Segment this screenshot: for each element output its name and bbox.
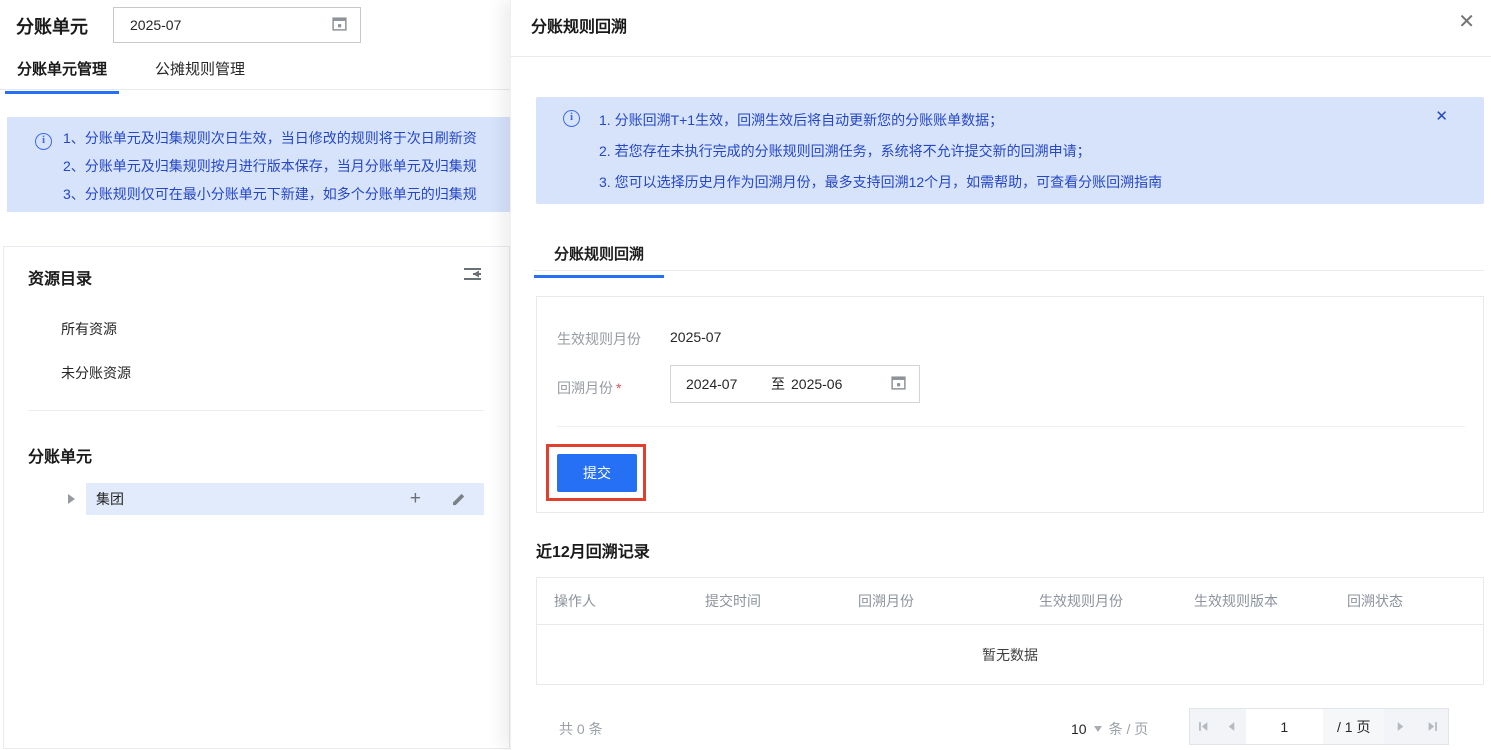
calendar-icon[interactable] — [331, 15, 348, 35]
column-backtrack-status: 回溯状态 — [1347, 593, 1403, 609]
resource-item-unallocated[interactable]: 未分账资源 — [61, 365, 131, 381]
range-start-value: 2024-07 — [686, 376, 738, 392]
page-size-unit: 条 / 页 — [1108, 721, 1149, 737]
info-icon: i — [563, 110, 580, 127]
page-notice-banner: i 1、分账单元及归集规则次日生效，当日修改的规则将于次日刷新资 2、分账单元及… — [7, 117, 510, 212]
notice-line: 1、分账单元及归集规则次日生效，当日修改的规则将于次日刷新资 — [63, 130, 477, 146]
total-count: 共 0 条 — [559, 721, 603, 737]
range-end-value: 2025-06 — [791, 376, 843, 392]
first-page-button[interactable] — [1190, 709, 1218, 744]
panel-divider — [28, 410, 484, 411]
month-picker[interactable]: 2025-07 — [113, 7, 361, 43]
required-asterisk: * — [616, 380, 622, 396]
empty-state-text: 暂无数据 — [982, 646, 1038, 663]
backtrack-form: 生效规则月份 2025-07 回溯月份 * 2024-07 至 2025-06 提… — [536, 296, 1484, 513]
drawer-notice-banner: i ✕ 1. 分账回溯T+1生效，回溯生效后将自动更新您的分账账单数据； 2. … — [536, 97, 1484, 204]
last-page-button[interactable] — [1416, 709, 1448, 744]
page-size-value[interactable]: 10 — [1071, 721, 1087, 737]
page-number-input[interactable]: 1 — [1245, 709, 1323, 744]
drawer-notice-line: 3. 您可以选择历史月作为回溯月份，最多支持回溯12个月，如需帮助，可查看分账回… — [599, 174, 1163, 190]
tree-item-group[interactable]: 集团 + — [86, 483, 484, 515]
form-divider — [557, 426, 1465, 427]
backtrack-drawer: 分账规则回溯 ✕ i ✕ 1. 分账回溯T+1生效，回溯生效后将自动更新您的分账… — [510, 0, 1491, 750]
add-unit-button[interactable]: + — [410, 489, 421, 508]
banner-close-icon[interactable]: ✕ — [1435, 107, 1448, 125]
effective-month-value: 2025-07 — [670, 329, 722, 345]
notice-line: 3、分账规则仅可在最小分账单元下新建，如多个分账单元的归集规 — [63, 186, 477, 202]
caret-right-icon[interactable] — [68, 494, 75, 504]
drawer-title: 分账规则回溯 — [531, 19, 628, 36]
column-backtrack-month: 回溯月份 — [858, 593, 914, 609]
pagination: 1 / 1 页 — [1189, 708, 1449, 745]
resource-item-all[interactable]: 所有资源 — [61, 321, 117, 337]
notice-line: 2、分账单元及归集规则按月进行版本保存，当月分账单元及归集规 — [63, 158, 477, 174]
page-size-selector[interactable]: 10 条 / 页 — [1071, 719, 1148, 739]
tree-item-label: 集团 — [96, 491, 124, 507]
column-effective-month: 生效规则月份 — [1039, 593, 1123, 609]
month-range-picker[interactable]: 2024-07 至 2025-06 — [670, 365, 920, 403]
column-operator: 操作人 — [554, 593, 596, 609]
drawer-header-divider — [511, 56, 1491, 57]
drawer-notice-line: 2. 若您存在未执行完成的分账规则回溯任务，系统将不允许提交新的回溯申请； — [599, 143, 1091, 159]
range-separator: 至 — [771, 376, 785, 392]
collapse-panel-icon[interactable] — [463, 266, 482, 285]
resource-panel: 资源目录 所有资源 未分账资源 分账单元 集团 + — [3, 246, 510, 749]
column-submit-time: 提交时间 — [705, 593, 761, 609]
billing-unit-page: 分账单元 2025-07 分账单元管理 公摊规则管理 i 1、分账单元及归集规则… — [0, 0, 510, 750]
info-icon: i — [35, 133, 52, 150]
edit-unit-button[interactable] — [451, 492, 466, 507]
backtrack-month-label: 回溯月份 * — [557, 380, 622, 396]
calendar-icon[interactable] — [890, 374, 907, 394]
month-picker-value: 2025-07 — [130, 17, 182, 33]
drawer-notice-line: 1. 分账回溯T+1生效，回溯生效后将自动更新您的分账账单数据； — [599, 112, 1004, 128]
table-header-row: 操作人 提交时间 回溯月份 生效规则月份 生效规则版本 回溯状态 — [537, 578, 1483, 625]
records-title: 近12月回溯记录 — [536, 544, 650, 561]
total-pages-label: / 1 页 — [1322, 709, 1385, 744]
records-table: 操作人 提交时间 回溯月份 生效规则月份 生效规则版本 回溯状态 暂无数据 — [536, 577, 1484, 685]
effective-month-label: 生效规则月份 — [557, 331, 641, 347]
caret-down-icon[interactable] — [1093, 726, 1102, 732]
screen: 分账单元 2025-07 分账单元管理 公摊规则管理 i 1、分账单元及归集规则… — [0, 0, 1491, 750]
drawer-close-icon[interactable]: ✕ — [1458, 10, 1475, 34]
tabs-divider — [0, 89, 510, 90]
tab-backtrack-rule[interactable]: 分账规则回溯 — [534, 243, 664, 278]
next-page-button[interactable] — [1384, 709, 1416, 744]
billing-unit-section-title: 分账单元 — [28, 449, 93, 466]
resource-panel-title: 资源目录 — [28, 271, 93, 288]
prev-page-button[interactable] — [1218, 709, 1246, 744]
submit-button[interactable]: 提交 — [557, 454, 637, 492]
column-effective-version: 生效规则版本 — [1194, 593, 1278, 609]
drawer-tab-divider — [534, 270, 1484, 271]
page-title: 分账单元 — [16, 17, 88, 37]
